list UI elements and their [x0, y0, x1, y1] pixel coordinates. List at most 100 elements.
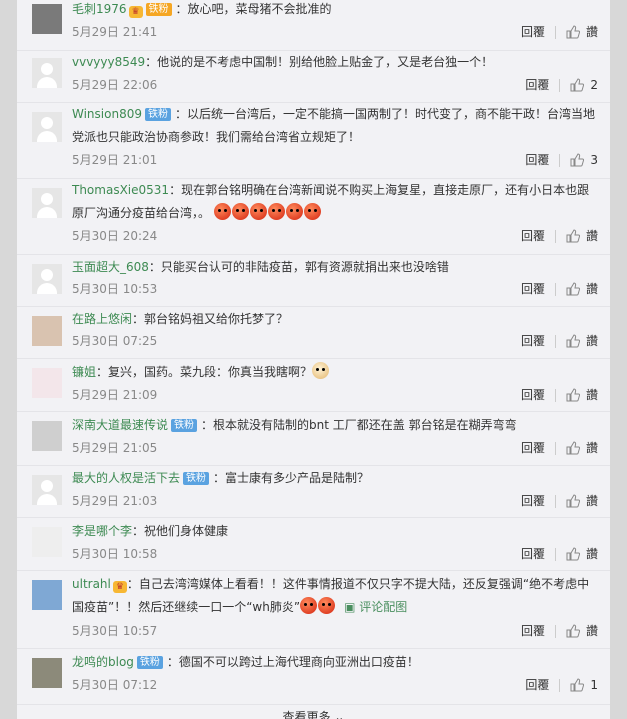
load-more-link[interactable]: 查看更多 ⌄ [17, 708, 610, 719]
like-count: 讚 [585, 494, 598, 508]
comment-image-link[interactable]: ▣ 评论配图 [344, 600, 407, 614]
divider [554, 494, 556, 508]
comment-username[interactable]: 镰姐 [72, 365, 96, 379]
reply-button[interactable]: 回覆 [525, 150, 549, 170]
reply-button[interactable]: 回覆 [525, 675, 549, 695]
comment-text: ：祝他们身体健康 [132, 524, 229, 538]
fan-badge: 铁粉 [171, 419, 198, 432]
like-button[interactable]: 讚 [566, 438, 598, 458]
comment-username[interactable]: 在路上悠闲 [72, 312, 132, 326]
thumbs-up-icon [566, 547, 580, 561]
angry-emoji-icon [267, 203, 285, 220]
like-button[interactable]: 讚 [566, 331, 598, 351]
like-button[interactable]: 3 [570, 150, 598, 170]
comment-text: ：他说的是不考虑中国制！别给他脸上贴金了，又是老台独一个！ [145, 55, 494, 69]
chevron-down-icon: ⌄ [334, 710, 345, 719]
angry-emoji-icon [213, 203, 231, 220]
like-count: 讚 [585, 624, 598, 638]
like-button[interactable]: 讚 [566, 226, 598, 246]
comment-time: 5月29日 21:09 [72, 388, 158, 402]
angry-emoji-icon [249, 203, 267, 220]
like-count: 讚 [585, 25, 598, 39]
like-button[interactable]: 讚 [566, 385, 598, 405]
reply-button[interactable]: 回覆 [521, 385, 545, 405]
comment-item: 深南大道最速传说 铁粉 ：根本就没有陆制的bnt 工厂都还在盖 郭台铭是在糊弄弯弯 … [17, 411, 610, 466]
comment-time: 5月29日 21:05 [72, 441, 158, 455]
comment-username[interactable]: 龙鸣的blog [72, 655, 134, 669]
comment-text: ：郭台铭妈祖又给你托梦了？ [132, 312, 289, 326]
reply-button[interactable]: 回覆 [525, 75, 549, 95]
avatar[interactable] [32, 58, 62, 88]
reply-button[interactable]: 回覆 [521, 544, 545, 564]
reply-button[interactable]: 回覆 [521, 226, 545, 246]
comment-item: vvvyyy8549：他说的是不考虑中国制！别给他脸上贴金了，又是老台独一个！ … [17, 50, 610, 103]
reply-button[interactable]: 回覆 [521, 491, 545, 511]
comment-item: 镰姐：复兴，国药。菜九段：你真当我瞎啊？ 5月29日 21:09 回覆 讚 [17, 358, 610, 412]
comment-time: 5月29日 22:06 [72, 78, 158, 92]
reply-button[interactable]: 回覆 [521, 438, 545, 458]
comment-time: 5月30日 07:12 [72, 678, 158, 692]
like-button[interactable]: 讚 [566, 491, 598, 511]
thumbs-up-icon [566, 282, 580, 296]
divider [554, 334, 556, 348]
comment-username[interactable]: vvvyyy8549 [72, 55, 145, 69]
avatar[interactable] [32, 112, 62, 142]
avatar[interactable] [32, 421, 62, 451]
avatar[interactable] [32, 4, 62, 34]
divider [554, 25, 556, 39]
like-button[interactable]: 讚 [566, 544, 598, 564]
angry-emoji-icon [285, 203, 303, 220]
comment-username[interactable]: ultrahl [72, 577, 111, 591]
thumbs-up-icon [566, 229, 580, 243]
comment-username[interactable]: 深南大道最速传说 [72, 418, 168, 432]
fan-badge: 铁粉 [183, 472, 210, 485]
like-button[interactable]: 讚 [566, 621, 598, 641]
crown-icon: ♛ [112, 581, 127, 593]
like-count: 2 [590, 78, 598, 92]
avatar[interactable] [32, 527, 62, 557]
avatar[interactable] [32, 316, 62, 346]
avatar[interactable] [32, 264, 62, 294]
comment-item: ThomasXie0531：现在郭台铭明确在台湾新闻说不购买上海复星，直接走原厂… [17, 178, 610, 255]
divider [554, 547, 556, 561]
reply-button[interactable]: 回覆 [521, 621, 545, 641]
comment-username[interactable]: 毛刺1976 [72, 2, 127, 16]
divider [559, 78, 561, 92]
avatar[interactable] [32, 580, 62, 610]
comment-item: ultrahl ♛ ：自己去湾湾媒体上看看！！这件事情报道不仅只字不提大陆，还反复强… [17, 570, 610, 649]
comment-item: 最大的人权是活下去 铁粉 ：富士康有多少产品是陆制？ 5月29日 21:03 回覆 讚 [17, 465, 610, 518]
comment-username[interactable]: Winsion809 [72, 107, 142, 121]
angry-emoji-icon [318, 597, 336, 614]
comment-username[interactable]: 玉面超大_608 [72, 260, 149, 274]
fan-badge: 铁粉 [136, 656, 163, 669]
reply-button[interactable]: 回覆 [521, 331, 545, 351]
comment-time: 5月30日 07:25 [72, 334, 158, 348]
thumbs-up-icon [566, 388, 580, 402]
comment-item: 李是哪个李：祝他们身体健康 5月30日 10:58 回覆 讚 [17, 517, 610, 571]
comment-time: 5月30日 10:58 [72, 547, 158, 561]
comment-text: ：德国不可以跨过上海代理商向亚洲出口疫苗！ [166, 655, 419, 669]
avatar[interactable] [32, 188, 62, 218]
comment-username[interactable]: ThomasXie0531 [72, 183, 169, 197]
like-button[interactable]: 讚 [566, 279, 598, 299]
like-button[interactable]: 讚 [566, 22, 598, 42]
like-count: 讚 [585, 334, 598, 348]
like-count: 讚 [585, 441, 598, 455]
like-count: 讚 [585, 229, 598, 243]
avatar[interactable] [32, 475, 62, 505]
like-button[interactable]: 1 [570, 675, 598, 695]
reply-button[interactable]: 回覆 [521, 279, 545, 299]
image-icon: ▣ [344, 600, 360, 614]
comment-username[interactable]: 最大的人权是活下去 [72, 471, 180, 485]
avatar[interactable] [32, 368, 62, 398]
avatar[interactable] [32, 658, 62, 688]
comment-time: 5月30日 20:24 [72, 229, 158, 243]
comment-username[interactable]: 李是哪个李 [72, 524, 132, 538]
divider [559, 678, 561, 692]
like-count: 讚 [585, 388, 598, 402]
default-avatar-icon [41, 193, 53, 205]
thumbs-up-icon [570, 153, 585, 167]
reply-button[interactable]: 回覆 [521, 22, 545, 42]
like-button[interactable]: 2 [570, 75, 598, 95]
comment-text: ：只能买台认可的非陆疫苗，郭有资源就捐出来也没啥错 [148, 260, 449, 274]
